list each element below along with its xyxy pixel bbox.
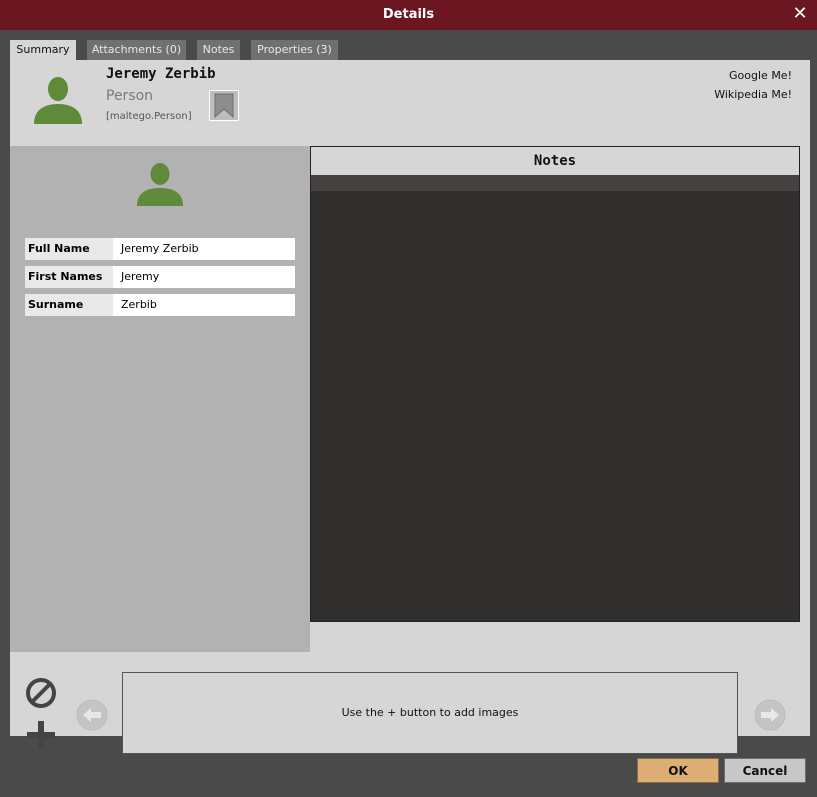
image-gallery: Use the + button to add images — [10, 652, 810, 754]
notes-panel: Notes — [310, 146, 800, 622]
summary-panel: Jeremy Zerbib Person [maltego.Person] Go… — [10, 60, 810, 754]
cancel-button[interactable]: Cancel — [724, 758, 806, 783]
entity-name: Jeremy Zerbib — [106, 66, 216, 82]
previous-image-icon[interactable] — [75, 698, 109, 732]
person-icon — [34, 77, 82, 124]
notes-toolbar — [311, 175, 799, 191]
remove-image-icon[interactable] — [24, 676, 58, 710]
image-drop-area[interactable]: Use the + button to add images — [122, 672, 738, 754]
google-me-link[interactable]: Google Me! — [714, 66, 792, 85]
bookmark-button[interactable] — [209, 90, 239, 121]
next-image-icon[interactable] — [753, 698, 787, 732]
details-dialog: Summary Attachments (0) Notes Properties… — [0, 30, 817, 797]
properties-pane: Full Name Jeremy Zerbib First Names Jere… — [10, 146, 310, 652]
property-key: Surname — [25, 294, 113, 316]
search-links: Google Me! Wikipedia Me! — [714, 66, 792, 104]
person-icon — [137, 163, 183, 206]
entity-type: Person — [106, 88, 154, 104]
property-key: First Names — [25, 266, 113, 288]
notes-header: Notes — [311, 147, 799, 175]
entity-type-id: [maltego.Person] — [106, 111, 192, 122]
property-row-first-names: First Names Jeremy — [25, 266, 295, 288]
window-title: Details — [382, 7, 435, 22]
notes-text-area[interactable] — [311, 191, 799, 621]
property-value-surname[interactable]: Zerbib — [113, 294, 295, 316]
tab-summary[interactable]: Summary — [10, 40, 76, 61]
tab-notes[interactable]: Notes — [197, 40, 240, 60]
tab-properties[interactable]: Properties (3) — [251, 40, 338, 60]
close-icon[interactable]: ✕ — [791, 5, 809, 23]
property-key: Full Name — [25, 238, 113, 260]
tab-attachments[interactable]: Attachments (0) — [87, 40, 186, 60]
wikipedia-me-link[interactable]: Wikipedia Me! — [714, 85, 792, 104]
property-row-full-name: Full Name Jeremy Zerbib — [25, 238, 295, 260]
property-value-full-name[interactable]: Jeremy Zerbib — [113, 238, 295, 260]
title-bar: Details ✕ — [0, 0, 817, 30]
property-value-first-names[interactable]: Jeremy — [113, 266, 295, 288]
add-image-icon[interactable] — [24, 718, 58, 752]
entity-header: Jeremy Zerbib Person [maltego.Person] Go… — [10, 60, 810, 146]
ok-button[interactable]: OK — [637, 758, 719, 783]
bookmark-icon — [214, 93, 234, 119]
property-row-surname: Surname Zerbib — [25, 294, 295, 316]
